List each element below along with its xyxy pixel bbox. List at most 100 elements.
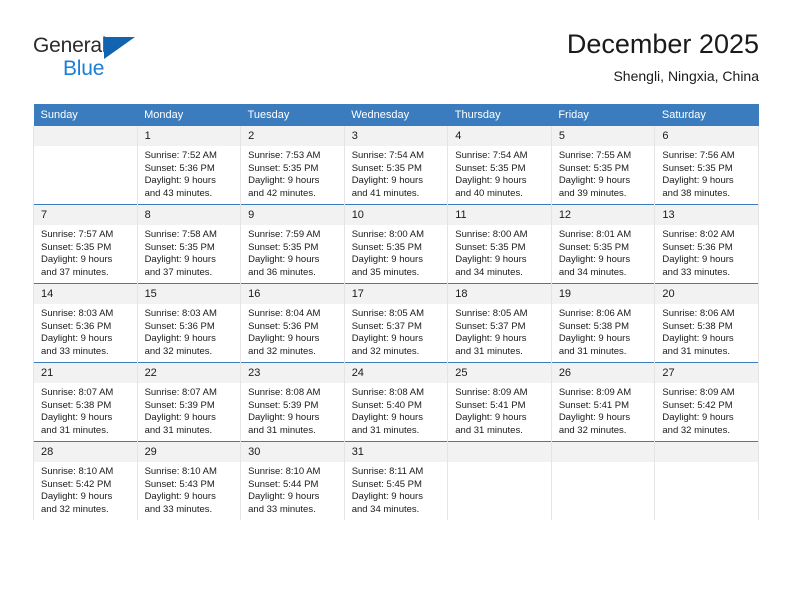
day-number: 9 (241, 205, 344, 225)
calendar-day-cell[interactable]: 24 Sunrise: 8:08 AM Sunset: 5:40 PM Dayligh… (343, 362, 449, 442)
day-details: Sunrise: 8:08 AM Sunset: 5:40 PM Daylight:… (345, 383, 448, 437)
sunset-text: Sunset: 5:35 PM (455, 162, 526, 174)
calendar-day-cell[interactable]: 18 Sunrise: 8:05 AM Sunset: 5:37 PM Dayligh… (447, 283, 552, 363)
calendar-day-cell[interactable]: 1 Sunrise: 7:52 AM Sunset: 5:36 PM Daylight… (136, 126, 242, 205)
day-number: 1 (137, 126, 241, 146)
sunset-text: Sunset: 5:35 PM (41, 241, 112, 253)
calendar-day-cell[interactable]: 5 Sunrise: 7:55 AM Sunset: 5:35 PM Daylight… (550, 126, 656, 205)
calendar-day-cell[interactable]: 6 Sunrise: 7:56 AM Sunset: 5:35 PM Daylight… (654, 126, 759, 205)
calendar-day-cell[interactable]: 31 Sunrise: 8:11 AM Sunset: 5:45 PM Dayligh… (343, 441, 449, 520)
sunset-text: Sunset: 5:36 PM (144, 320, 215, 332)
sunset-text: Sunset: 5:44 PM (248, 478, 319, 490)
calendar-day-cell[interactable]: 2 Sunrise: 7:53 AM Sunset: 5:35 PM Daylight… (240, 126, 345, 205)
day-number: 10 (344, 205, 448, 225)
daylight-text-cont: and 38 minutes. (662, 187, 730, 199)
daylight-text: Daylight: 9 hours (144, 412, 216, 424)
daylight-text: Daylight: 9 hours (351, 254, 423, 266)
calendar-day-cell[interactable]: 19 Sunrise: 8:06 AM Sunset: 5:38 PM Dayligh… (550, 283, 656, 363)
calendar-body: 1 Sunrise: 7:52 AM Sunset: 5:36 PM Daylight… (33, 126, 759, 520)
sunrise-text: Sunrise: 8:03 AM (41, 308, 114, 319)
calendar-day-cell[interactable]: 23 Sunrise: 8:08 AM Sunset: 5:39 PM Dayligh… (240, 362, 345, 442)
sunrise-text: Sunrise: 8:10 AM (41, 466, 114, 477)
calendar-day-cell[interactable]: 22 Sunrise: 8:07 AM Sunset: 5:39 PM Dayligh… (136, 362, 242, 442)
calendar-day-cell[interactable]: 17 Sunrise: 8:05 AM Sunset: 5:37 PM Dayligh… (343, 283, 449, 363)
calendar-week-row: 1 Sunrise: 7:52 AM Sunset: 5:36 PM Daylight… (33, 126, 759, 205)
calendar-day-cell[interactable]: 4 Sunrise: 7:54 AM Sunset: 5:35 PM Daylight… (447, 126, 552, 205)
sunrise-text: Sunrise: 8:00 AM (351, 229, 425, 240)
daylight-text: Daylight: 9 hours (351, 491, 423, 503)
day-details: Sunrise: 8:06 AM Sunset: 5:38 PM Daylight:… (552, 304, 655, 358)
day-number: 28 (34, 442, 137, 462)
sunrise-text: Sunrise: 7:58 AM (144, 229, 217, 240)
calendar-cell-empty (447, 441, 552, 520)
daylight-text-cont: and 42 minutes. (248, 187, 316, 199)
daylight-text: Daylight: 9 hours (455, 254, 527, 266)
calendar-day-cell[interactable]: 3 Sunrise: 7:54 AM Sunset: 5:35 PM Daylight… (343, 126, 449, 205)
daylight-text: Daylight: 9 hours (351, 333, 423, 345)
weekday-header-monday: Monday (137, 104, 241, 126)
day-number: 4 (448, 126, 551, 146)
day-details: Sunrise: 8:03 AM Sunset: 5:36 PM Daylight:… (34, 304, 137, 358)
day-number: 22 (137, 363, 241, 383)
sunset-text: Sunset: 5:35 PM (558, 162, 630, 174)
daylight-text: Daylight: 9 hours (144, 175, 216, 187)
weekday-header-saturday: Saturday (654, 104, 759, 126)
daylight-text-cont: and 31 minutes. (455, 424, 523, 436)
calendar-day-cell[interactable]: 7 Sunrise: 7:57 AM Sunset: 5:35 PM Daylight… (33, 204, 138, 284)
calendar-grid: Sunday Monday Tuesday Wednesday Thursday Frid… (33, 104, 759, 520)
daylight-text: Daylight: 9 hours (351, 175, 423, 187)
sunset-text: Sunset: 5:38 PM (662, 320, 733, 332)
calendar-day-cell[interactable]: 21 Sunrise: 8:07 AM Sunset: 5:38 PM Dayligh… (33, 362, 138, 442)
sunrise-text: Sunrise: 8:09 AM (662, 387, 735, 398)
calendar-day-cell[interactable]: 28 Sunrise: 8:10 AM Sunset: 5:42 PM Dayligh… (33, 441, 138, 520)
sunset-text: Sunset: 5:36 PM (248, 320, 319, 332)
daylight-text-cont: and 36 minutes. (248, 266, 316, 278)
day-details: Sunrise: 7:57 AM Sunset: 5:35 PM Daylight:… (34, 225, 137, 279)
day-number: 3 (344, 126, 448, 146)
calendar-day-cell[interactable]: 27 Sunrise: 8:09 AM Sunset: 5:42 PM Dayligh… (654, 362, 759, 442)
calendar-day-cell[interactable]: 30 Sunrise: 8:10 AM Sunset: 5:44 PM Dayligh… (240, 441, 345, 520)
sunset-text: Sunset: 5:36 PM (41, 320, 112, 332)
day-number: 25 (448, 363, 551, 383)
calendar-day-cell[interactable]: 14 Sunrise: 8:03 AM Sunset: 5:36 PM Dayligh… (33, 283, 138, 363)
calendar-day-cell[interactable]: 29 Sunrise: 8:10 AM Sunset: 5:43 PM Dayligh… (136, 441, 242, 520)
daylight-text-cont: and 35 minutes. (351, 266, 420, 278)
day-details: Sunrise: 8:05 AM Sunset: 5:37 PM Daylight:… (345, 304, 448, 358)
day-number: 7 (34, 205, 137, 225)
triangle-icon (104, 37, 135, 59)
sunrise-text: Sunrise: 8:05 AM (351, 308, 425, 319)
daylight-text-cont: and 41 minutes. (351, 187, 420, 199)
calendar-day-cell[interactable]: 10 Sunrise: 8:00 AM Sunset: 5:35 PM Dayligh… (343, 204, 449, 284)
sunset-text: Sunset: 5:39 PM (144, 399, 215, 411)
general-blue-logo[interactable]: General Blue (33, 34, 153, 90)
calendar-day-cell[interactable]: 9 Sunrise: 7:59 AM Sunset: 5:35 PM Daylight… (240, 204, 345, 284)
calendar-day-cell[interactable]: 8 Sunrise: 7:58 AM Sunset: 5:35 PM Daylight… (136, 204, 242, 284)
daylight-text-cont: and 33 minutes. (41, 345, 109, 357)
calendar-day-cell[interactable]: 26 Sunrise: 8:09 AM Sunset: 5:41 PM Dayligh… (550, 362, 656, 442)
daylight-text: Daylight: 9 hours (662, 333, 734, 345)
sunset-text: Sunset: 5:42 PM (41, 478, 112, 490)
daylight-text-cont: and 31 minutes. (558, 345, 627, 357)
day-number: 13 (655, 205, 758, 225)
sunset-text: Sunset: 5:35 PM (248, 162, 319, 174)
day-details: Sunrise: 8:06 AM Sunset: 5:38 PM Daylight:… (655, 304, 758, 358)
sunrise-text: Sunrise: 8:09 AM (558, 387, 632, 398)
calendar-day-cell[interactable]: 25 Sunrise: 8:09 AM Sunset: 5:41 PM Dayligh… (447, 362, 552, 442)
daylight-text-cont: and 34 minutes. (455, 266, 523, 278)
sunrise-text: Sunrise: 8:02 AM (662, 229, 735, 240)
sunset-text: Sunset: 5:35 PM (662, 162, 733, 174)
weekday-header-sunday: Sunday (33, 104, 138, 126)
calendar-day-cell[interactable]: 20 Sunrise: 8:06 AM Sunset: 5:38 PM Dayligh… (654, 283, 759, 363)
calendar-day-cell[interactable]: 13 Sunrise: 8:02 AM Sunset: 5:36 PM Dayligh… (654, 204, 759, 284)
daylight-text: Daylight: 9 hours (351, 412, 423, 424)
page-header: General Blue December 2025 Shengli, Ning… (33, 28, 759, 98)
calendar-day-cell[interactable]: 15 Sunrise: 8:03 AM Sunset: 5:36 PM Dayligh… (136, 283, 242, 363)
calendar-day-cell[interactable]: 11 Sunrise: 8:00 AM Sunset: 5:35 PM Dayligh… (447, 204, 552, 284)
calendar-day-cell[interactable]: 12 Sunrise: 8:01 AM Sunset: 5:35 PM Dayligh… (550, 204, 656, 284)
day-details: Sunrise: 8:11 AM Sunset: 5:45 PM Daylight:… (345, 462, 448, 516)
daylight-text: Daylight: 9 hours (558, 175, 631, 187)
sunset-text: Sunset: 5:45 PM (351, 478, 422, 490)
daylight-text: Daylight: 9 hours (248, 491, 320, 503)
daylight-text-cont: and 31 minutes. (144, 424, 213, 436)
calendar-day-cell[interactable]: 16 Sunrise: 8:04 AM Sunset: 5:36 PM Dayligh… (240, 283, 345, 363)
